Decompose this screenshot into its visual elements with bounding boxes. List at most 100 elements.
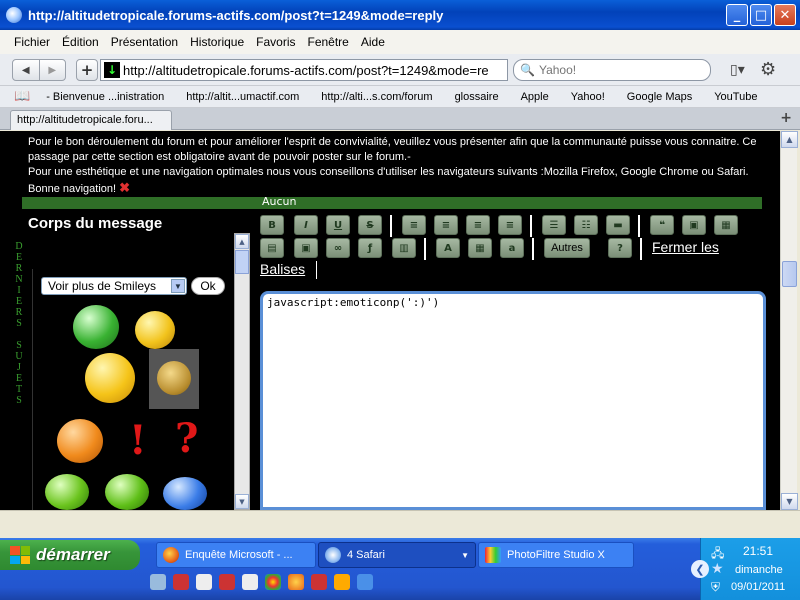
code-icon[interactable]: ▣ <box>682 215 706 235</box>
image-icon[interactable]: ▣ <box>294 238 318 258</box>
question-smiley-icon[interactable]: ? <box>175 415 198 462</box>
bold-button[interactable]: B <box>260 215 284 235</box>
start-button[interactable]: démarrer <box>0 540 140 570</box>
menu-presentation[interactable]: Présentation <box>105 35 184 49</box>
window-titlebar[interactable]: http://altitudetropicale.forums-actifs.c… <box>0 0 800 30</box>
ok-button[interactable]: Ok <box>191 277 225 295</box>
exclamation-smiley-icon[interactable]: ! <box>129 417 147 464</box>
forward-arrow-icon[interactable]: ▶ <box>38 60 66 80</box>
menu-favoris[interactable]: Favoris <box>250 35 301 49</box>
task-photofiltre[interactable]: PhotoFiltre Studio X <box>478 542 634 568</box>
pdf-icon[interactable] <box>173 574 189 590</box>
blue-smiley-icon[interactable] <box>163 477 207 510</box>
bookmark-item[interactable]: Apple <box>521 91 549 103</box>
new-tab-plus-icon[interactable]: + <box>780 110 792 126</box>
image-upload-icon[interactable]: ▤ <box>260 238 284 258</box>
flash-icon[interactable]: ƒ <box>358 238 382 258</box>
close-button[interactable]: ✕ <box>774 4 796 26</box>
scroll-down-icon[interactable]: ▼ <box>781 493 798 510</box>
add-bookmark-plus-icon[interactable]: + <box>76 59 98 81</box>
help-icon[interactable]: ? <box>608 238 632 258</box>
tray-expand-icon[interactable]: ❮ <box>691 560 709 578</box>
clock-time[interactable]: 21:51 <box>743 544 773 558</box>
media-icon[interactable] <box>196 574 212 590</box>
bookmark-item[interactable]: glossaire <box>455 91 499 103</box>
font-icon[interactable]: a <box>500 238 524 258</box>
numbered-list-icon[interactable]: ☷ <box>574 215 598 235</box>
selected-smiley-icon[interactable] <box>149 349 199 409</box>
green-alien-smiley-2-icon[interactable] <box>105 474 149 510</box>
notice-line-2: Pour une esthétique et une navigation op… <box>28 166 749 178</box>
menu-fenetre[interactable]: Fenêtre <box>301 35 354 49</box>
task-safari[interactable]: 4 Safari ▼ <box>318 542 476 568</box>
page-menu-icon[interactable]: ▯▾ <box>730 62 745 78</box>
balises-link[interactable]: Balises <box>260 261 305 277</box>
link-icon[interactable]: ∞ <box>326 238 350 258</box>
smiley-category-select[interactable]: Voir plus de Smileys ▼ <box>41 277 187 295</box>
gear-icon[interactable]: ⚙ <box>760 59 776 80</box>
chevron-down-icon[interactable]: ▼ <box>171 279 185 293</box>
video-icon[interactable]: ▥ <box>392 238 416 258</box>
pdf-icon[interactable] <box>219 574 235 590</box>
page-scrollbar[interactable]: ▲ ▼ <box>780 131 798 510</box>
menu-fichier[interactable]: Fichier <box>8 35 56 49</box>
underline-button[interactable]: U <box>326 215 350 235</box>
table-icon[interactable]: ▦ <box>714 215 738 235</box>
bookmark-item[interactable]: Google Maps <box>627 91 692 103</box>
bookmark-item[interactable]: Yahoo! <box>571 91 605 103</box>
smiley-select-value: Voir plus de Smileys <box>48 279 157 293</box>
hands-smiley-icon[interactable] <box>85 353 135 403</box>
bookmark-item[interactable]: YouTube <box>714 91 757 103</box>
shield-icon[interactable]: ⛨ <box>711 580 720 595</box>
color-icon[interactable]: ▦ <box>468 238 492 258</box>
star-icon[interactable]: ★ <box>711 560 724 577</box>
strike-button[interactable]: S <box>358 215 382 235</box>
quote-icon[interactable]: ❝ <box>650 215 674 235</box>
fermer-les-balises-link[interactable]: Fermer les <box>652 239 719 255</box>
scroll-down-icon[interactable]: ▼ <box>235 494 249 509</box>
close-notice-x-icon[interactable]: ✖ <box>119 180 130 195</box>
align-justify-icon[interactable]: ≡ <box>498 215 522 235</box>
address-bar[interactable]: ↓ http://altitudetropicale.forums-actifs… <box>100 59 508 81</box>
document-icon[interactable] <box>242 574 258 590</box>
menu-aide[interactable]: Aide <box>355 35 391 49</box>
message-textarea[interactable] <box>263 294 763 507</box>
align-right-icon[interactable]: ≡ <box>466 215 490 235</box>
pdf-icon[interactable] <box>311 574 327 590</box>
bookmark-item[interactable]: http://alti...s.com/forum <box>321 91 432 103</box>
search-box[interactable]: 🔍 <box>513 59 711 81</box>
bookmarks-book-icon[interactable]: 📖 <box>14 89 30 104</box>
minimize-button[interactable]: _ <box>726 4 748 26</box>
address-url[interactable]: http://altitudetropicale.forums-actifs.c… <box>123 63 489 78</box>
scroll-up-icon[interactable]: ▲ <box>235 234 249 249</box>
align-center-icon[interactable]: ≡ <box>434 215 458 235</box>
menu-historique[interactable]: Historique <box>184 35 250 49</box>
green-smiley-icon[interactable] <box>73 305 119 349</box>
desktop-icon[interactable] <box>150 574 166 590</box>
orange-smiley-icon[interactable] <box>57 419 103 463</box>
horizontal-rule-icon[interactable]: ▬ <box>606 215 630 235</box>
green-alien-smiley-icon[interactable] <box>45 474 89 510</box>
scroll-up-icon[interactable]: ▲ <box>781 131 798 148</box>
maximize-button[interactable]: □ <box>750 4 772 26</box>
back-arrow-icon[interactable]: ◀ <box>13 60 39 80</box>
smiley-panel-scrollbar[interactable]: ▲ ▼ <box>234 233 250 510</box>
thumbs-up-smiley-icon[interactable] <box>135 311 175 349</box>
bookmark-item[interactable]: http://altit...umactif.com <box>186 91 299 103</box>
bookmark-item[interactable]: - Bienvenue ...inistration <box>46 91 164 103</box>
firefox-icon[interactable] <box>288 574 304 590</box>
italic-button[interactable]: I <box>294 215 318 235</box>
scroll-thumb[interactable] <box>235 250 249 274</box>
folder-icon[interactable] <box>334 574 350 590</box>
font-size-icon[interactable]: A <box>436 238 460 258</box>
chrome-icon[interactable] <box>265 574 281 590</box>
autres-button[interactable]: Autres <box>544 238 590 258</box>
bullet-list-icon[interactable]: ☰ <box>542 215 566 235</box>
app-icon[interactable] <box>357 574 373 590</box>
menu-edition[interactable]: Édition <box>56 35 105 49</box>
search-input[interactable] <box>538 63 689 77</box>
task-firefox[interactable]: Enquête Microsoft - ... <box>156 542 316 568</box>
scroll-thumb[interactable] <box>782 261 797 287</box>
align-left-icon[interactable]: ≡ <box>402 215 426 235</box>
tab-current[interactable]: http://altitudetropicale.foru... <box>10 110 172 130</box>
